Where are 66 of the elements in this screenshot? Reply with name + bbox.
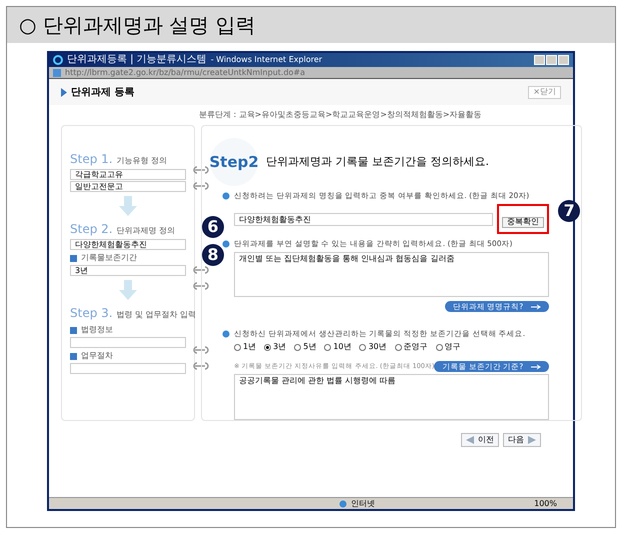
bullet-icon [70, 326, 77, 334]
arrow-right-icon [531, 304, 542, 310]
retention-radio[interactable]: 30년 [359, 341, 387, 354]
bullet-icon [222, 192, 230, 200]
breadcrumb: 분류단계 : 교육>유아및초중등교육>학교교육운영>창의적체험활동>자율활동 [198, 109, 483, 121]
step-subtitle: 기능유형 정의 [116, 155, 168, 167]
retention-radio[interactable]: 영구 [436, 341, 461, 354]
step-title: Step 1. [70, 151, 113, 168]
text-field[interactable]: 각급학교고유 [70, 169, 186, 180]
text-field[interactable]: 다양한체험활동추진 [70, 239, 186, 250]
field-label: 업무절차 [81, 350, 113, 362]
step-title: Step 2. [70, 221, 113, 238]
duplicate-check-button[interactable]: 중복확인 [502, 216, 544, 228]
text-field[interactable]: 일반고전문고 [70, 181, 186, 192]
reason-field[interactable]: 공공기록물 관리에 관한 법률 시행령에 따름 [234, 374, 550, 420]
next-button[interactable]: 다음 [503, 433, 541, 447]
bullet-icon [70, 352, 77, 360]
page-heading: 단위과제 등록 [71, 86, 134, 100]
form-heading: 단위과제명과 기록물 보존기간을 정의하세요. [266, 154, 489, 170]
window-app-name: - Windows Internet Explorer [210, 56, 322, 64]
step-badge: Step2 [210, 138, 258, 186]
retention-radio[interactable]: 준영구 [394, 341, 428, 354]
step-subtitle: 법령 및 업무절차 입력 [116, 309, 196, 321]
minimize-icon[interactable] [534, 55, 545, 65]
right-arrow-icon [528, 436, 536, 444]
slide-title: ○ 단위과제명과 설명 입력 [7, 7, 615, 43]
callout-marker: 8 [202, 244, 224, 266]
name-field[interactable]: 다양한체험활동추진 [234, 212, 494, 226]
binder-rings-icon [191, 346, 209, 354]
left-arrow-icon [466, 436, 474, 444]
field-label: 법령정보 [81, 324, 113, 336]
arrow-right-icon [531, 364, 542, 370]
down-arrow-icon [119, 280, 137, 300]
window-title: 단위과제등록 | 기능분류시스템 [67, 55, 207, 65]
bullet-icon [222, 240, 230, 248]
previous-button[interactable]: 이전 [461, 433, 499, 447]
browser-logo-icon [53, 55, 63, 65]
page-icon [53, 68, 61, 76]
retention-radio[interactable]: 3년 [264, 341, 286, 354]
binder-rings-icon [191, 182, 209, 190]
binder-rings-icon [191, 166, 209, 174]
down-arrow-icon [119, 196, 137, 216]
binder-rings-icon [191, 362, 209, 370]
zoom-level[interactable]: 100% [534, 498, 557, 510]
text-field[interactable] [70, 363, 186, 374]
binder-rings-icon [191, 282, 209, 290]
text-field[interactable] [70, 337, 186, 348]
text-field[interactable]: 3년 [70, 265, 186, 276]
binder-rings-icon [191, 266, 209, 274]
retention-radio[interactable]: 10년 [324, 341, 352, 354]
description-field[interactable]: 개인별 또는 집단체험활동을 통해 인내심과 협동심을 길러줌 [234, 252, 550, 298]
step-subtitle: 단위과제명 정의 [116, 225, 176, 237]
close-icon[interactable] [558, 55, 569, 65]
bullet-icon [222, 330, 230, 338]
step-title: Step 3. [70, 305, 113, 322]
field-label: 기록물보존기간 [81, 252, 137, 264]
chevron-icon [61, 88, 67, 96]
retention-radio[interactable]: 5년 [294, 341, 316, 354]
bullet-icon [70, 254, 77, 262]
maximize-icon[interactable] [546, 55, 557, 65]
globe-icon [339, 500, 347, 508]
callout-marker: 7 [558, 200, 580, 222]
zone-label: 인터넷 [351, 498, 375, 510]
callout-marker: 6 [202, 216, 224, 238]
close-button[interactable]: ×닫기 [528, 86, 561, 98]
retention-radio[interactable]: 1년 [234, 341, 256, 354]
